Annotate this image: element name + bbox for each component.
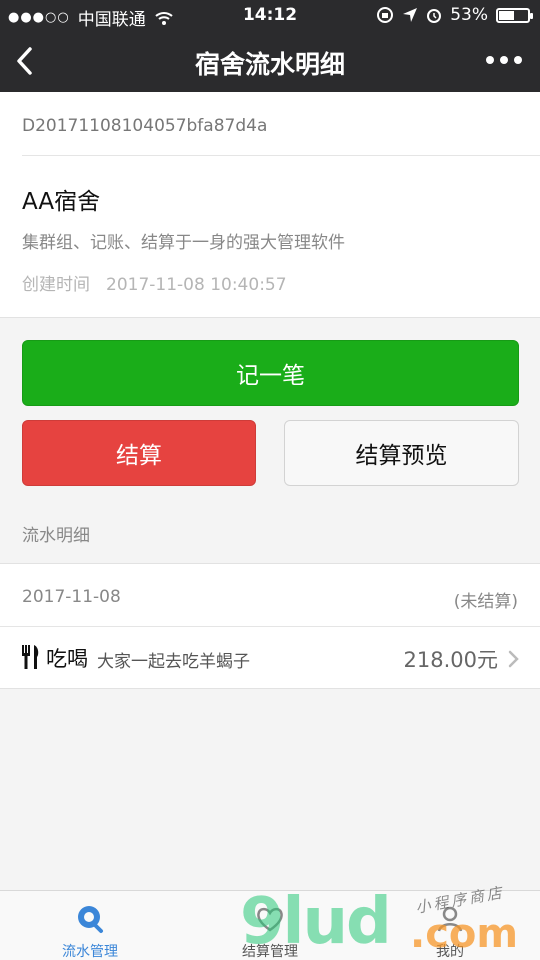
tab-label: 流水管理 bbox=[62, 944, 118, 960]
search-chat-icon bbox=[78, 906, 103, 933]
dorm-name: AA宿舍 bbox=[22, 189, 101, 215]
tab-settlement-management[interactable]: 结算管理 bbox=[180, 891, 360, 960]
dorm-description: 集群组、记账、结算于一身的强大管理软件 bbox=[22, 233, 345, 253]
battery-icon bbox=[496, 7, 533, 23]
status-bar: ●●●○○ 中国联通 14:12 53% bbox=[0, 0, 540, 30]
battery-fill bbox=[499, 10, 514, 20]
record-status: (未结算) bbox=[453, 592, 518, 612]
status-right: 53% bbox=[376, 5, 533, 25]
records-list: 2017-11-08 (未结算) 吃喝 大家一起去吃羊蝎子 218.00元 bbox=[0, 563, 540, 689]
created-time: 创建时间 2017-11-08 10:40:57 bbox=[22, 270, 287, 295]
location-icon bbox=[403, 8, 418, 22]
fork-knife-icon bbox=[22, 645, 39, 669]
tab-record-management[interactable]: 流水管理 bbox=[0, 891, 180, 960]
record-button[interactable]: 记一笔 bbox=[22, 340, 519, 406]
chevron-right-icon bbox=[508, 650, 519, 668]
heart-icon bbox=[257, 907, 283, 932]
item-category: 吃喝 bbox=[46, 647, 88, 671]
settle-preview-button[interactable]: 结算预览 bbox=[284, 420, 519, 486]
tab-label: 我的 bbox=[436, 944, 464, 960]
record-date: 2017-11-08 bbox=[22, 587, 121, 607]
alarm-icon bbox=[427, 9, 442, 23]
battery-percent: 53% bbox=[450, 5, 488, 25]
tab-mine[interactable]: 我的 bbox=[360, 891, 540, 960]
list-item[interactable]: 吃喝 大家一起去吃羊蝎子 218.00元 bbox=[0, 627, 540, 689]
page-title: 宿舍流水明细 bbox=[194, 50, 345, 79]
order-id: D20171108104057bfa87d4a bbox=[22, 116, 268, 136]
section-title: 流水明细 bbox=[22, 526, 90, 546]
settle-button[interactable]: 结算 bbox=[22, 420, 256, 486]
orientation-lock-icon bbox=[377, 7, 394, 23]
dorm-info-card: D20171108104057bfa87d4a AA宿舍 集群组、记账、结算于一… bbox=[0, 92, 540, 318]
divider bbox=[22, 155, 540, 156]
item-amount: 218.00元 bbox=[403, 648, 498, 672]
created-time-value: 2017-11-08 10:40:57 bbox=[106, 275, 287, 295]
nav-bar: 宿舍流水明细 bbox=[0, 30, 540, 92]
created-time-label: 创建时间 bbox=[22, 275, 90, 295]
tab-bar: 流水管理 结算管理 我的 bbox=[0, 890, 540, 960]
tab-label: 结算管理 bbox=[242, 944, 298, 960]
item-note: 大家一起去吃羊蝎子 bbox=[97, 652, 250, 672]
more-options-icon[interactable] bbox=[484, 50, 524, 70]
user-icon bbox=[437, 906, 463, 932]
